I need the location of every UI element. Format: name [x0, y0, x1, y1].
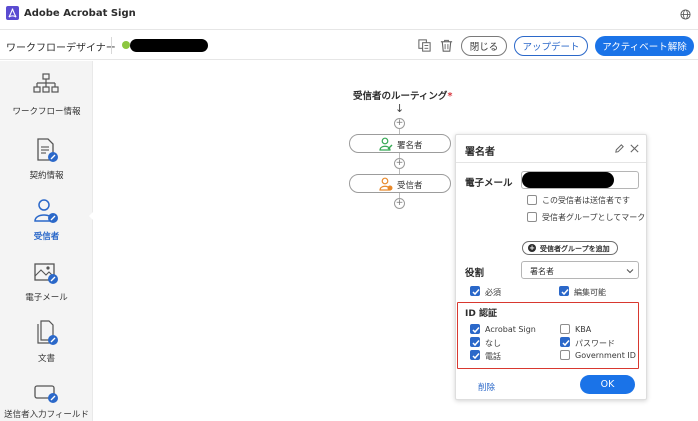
routing-title: 受信者のルーティング* [353, 88, 452, 102]
chevron-down-icon [626, 269, 634, 274]
add-step-button[interactable]: + [394, 158, 405, 169]
routing-title-text: 受信者のルーティング [353, 91, 448, 102]
id-option-label: なし [485, 339, 501, 348]
page-title: ワークフローデザイナー [6, 43, 116, 54]
sidebar-item-sender-fields[interactable]: 送信者入力フィールド [0, 382, 93, 421]
routing-node-label: 受信者 [397, 181, 423, 191]
email-label: 電子メール [465, 178, 513, 189]
sidebar-item-label: ワークフロー情報 [12, 107, 81, 117]
copy-icon[interactable] [417, 38, 432, 53]
recipient-icon [379, 177, 393, 191]
id-option-label: 電話 [485, 352, 501, 361]
editable-label: 編集可能 [574, 288, 606, 297]
email-field[interactable] [521, 171, 639, 189]
id-option-label: パスワード [575, 339, 615, 348]
update-button[interactable]: アップデート [514, 36, 588, 56]
participant-panel: 署名者 電子メール この受信者は送信者です 受信者グループとしてマーク + 受信… [455, 134, 647, 400]
email-icon [34, 263, 58, 284]
add-group-label: 受信者グループを追加 [540, 245, 610, 253]
globe-icon[interactable] [680, 9, 691, 20]
acrobat-sign-logo [6, 6, 19, 20]
sender-checkbox[interactable] [527, 195, 537, 205]
document-info-icon [37, 138, 58, 162]
routing-node-label: 署名者 [397, 141, 423, 151]
sidebar-item-recipients[interactable]: 受信者 [0, 198, 93, 256]
sidebar-item-contract-info[interactable]: 契約情報 [0, 137, 93, 195]
sender-option-label: この受信者は送信者です [542, 196, 630, 205]
sidebar-item-label: 電子メール [25, 293, 68, 303]
add-step-button[interactable]: + [394, 118, 405, 129]
routing-node-signer[interactable]: 署名者 [349, 134, 451, 153]
email-redacted [522, 172, 614, 188]
group-checkbox[interactable] [527, 212, 537, 222]
app-header: Adobe Acrobat Sign [0, 0, 698, 30]
app-name: Adobe Acrobat Sign [24, 8, 136, 19]
id-verification-title: ID 認証 [465, 309, 497, 319]
add-recipient-group-button[interactable]: + 受信者グループを追加 [522, 241, 618, 255]
trash-icon[interactable] [439, 38, 454, 53]
id-option-checkbox[interactable] [560, 324, 570, 334]
documents-icon [37, 320, 58, 345]
id-option-checkbox[interactable] [560, 337, 570, 347]
divider [111, 37, 112, 54]
sidebar-item-documents[interactable]: 文書 [0, 320, 93, 378]
required-label: 必須 [485, 288, 501, 297]
sidebar-item-label: 契約情報 [29, 171, 64, 181]
delete-link[interactable]: 削除 [478, 381, 495, 393]
sender-fields-icon [34, 385, 58, 403]
id-option-checkbox[interactable] [470, 350, 480, 360]
sidebar-item-email[interactable]: 電子メール [0, 259, 93, 317]
routing-node-recipient[interactable]: 受信者 [349, 174, 451, 193]
id-option-checkbox[interactable] [470, 337, 480, 347]
required-mark: * [447, 91, 453, 102]
required-checkbox[interactable] [470, 286, 480, 296]
signer-icon [379, 137, 393, 151]
role-value: 署名者 [530, 267, 554, 276]
role-select[interactable]: 署名者 [521, 261, 639, 279]
sidebar-item-label: 受信者 [33, 232, 60, 242]
workflow-toolbar: ワークフローデザイナー 閉じる アップデート アクティベート解除 [0, 31, 698, 60]
close-button[interactable]: 閉じる [461, 36, 507, 56]
sidebar-item-label: 送信者入力フィールド [4, 410, 89, 420]
id-verification-section: ID 認証 Acrobat Sign KBA なし パスワード 電話 Gover… [457, 302, 639, 369]
role-label: 役割 [465, 268, 485, 279]
ok-button[interactable]: OK [580, 375, 635, 394]
plus-icon: + [528, 244, 536, 252]
editable-checkbox[interactable] [559, 286, 569, 296]
id-option-label: Acrobat Sign [485, 325, 536, 334]
edit-icon[interactable] [614, 143, 625, 154]
sidebar-item-label: 文書 [37, 354, 55, 364]
id-option-label: Government ID [575, 351, 636, 360]
recipients-icon [34, 199, 58, 223]
active-indicator [89, 210, 95, 222]
flow-arrow: ↓ [395, 102, 405, 115]
id-option-checkbox[interactable] [470, 324, 480, 334]
id-option-label: KBA [575, 325, 592, 334]
sidebar: ワークフロー情報 契約情報 受信者 電子メール 文書 送信者入力フィールド [0, 61, 93, 421]
deactivate-button[interactable]: アクティベート解除 [595, 36, 694, 56]
acrobat-sign-workflow-designer: Adobe Acrobat Sign ワークフローデザイナー 閉じる アップデー… [0, 0, 698, 421]
divider [456, 162, 646, 163]
close-icon[interactable] [629, 143, 640, 154]
id-option-checkbox[interactable] [560, 350, 570, 360]
group-option-label: 受信者グループとしてマーク [542, 213, 646, 222]
workflow-info-icon [33, 73, 59, 93]
add-step-button[interactable]: + [394, 198, 405, 209]
workflow-name-redacted [130, 39, 208, 52]
panel-title: 署名者 [465, 147, 495, 158]
sidebar-item-workflow-info[interactable]: ワークフロー情報 [0, 73, 93, 131]
status-indicator [122, 41, 130, 49]
